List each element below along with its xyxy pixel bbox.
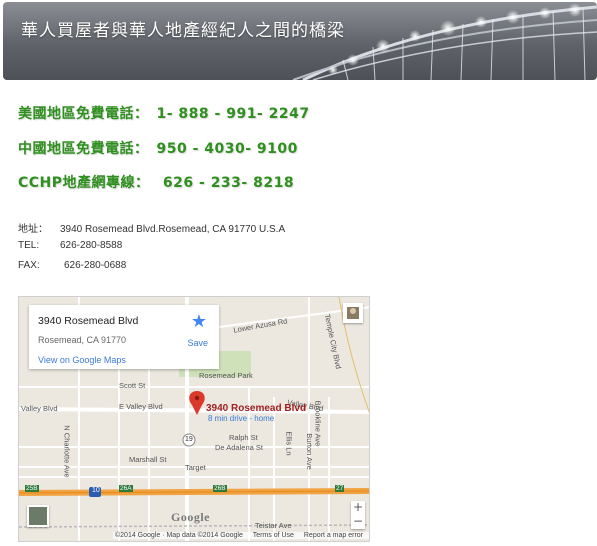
label-brookline: Brookline Ave	[313, 400, 323, 447]
site-slogan: 華人買屋者與華人地產經紀人之間的橋梁	[21, 21, 345, 41]
interstate-10-shield: 10	[92, 487, 100, 494]
tel-label: TEL:	[18, 240, 40, 251]
map-pin-label[interactable]: 3940 Rosemead Blvd 8 min drive - home	[206, 403, 306, 423]
map-footer: ©2014 Google · Map data ©2014 Google Ter…	[113, 532, 369, 539]
pin-subtitle: 8 min drive - home	[208, 414, 275, 423]
exit-26a: 26A	[119, 485, 133, 492]
place-name: 3940 Rosemead Blvd	[38, 315, 139, 327]
star-icon[interactable]: ★	[191, 311, 207, 332]
route-19-shield: 19	[185, 436, 193, 443]
label-de-adalena: De Adalena St	[215, 443, 263, 452]
phone-cchp: CCHP地產網專線： 626 - 233- 8218	[18, 172, 302, 192]
address-label: 地址：	[18, 224, 48, 235]
label-teistar: Teistar Ave	[255, 521, 292, 530]
zoom-control: + −	[351, 501, 365, 529]
exit-27: 27	[335, 485, 345, 492]
fax-value: 626-280-0688	[64, 260, 127, 271]
address-line: 地址： 3940 Rosemead Blvd.Rosemead, CA 91770…	[18, 220, 285, 235]
place-card: 3940 Rosemead Blvd Rosemead, CA 91770 Vi…	[29, 305, 219, 369]
zoom-in-button[interactable]: +	[351, 501, 365, 515]
phone-cchp-number: 626 - 233- 8218	[157, 175, 295, 191]
map-attribution: ©2014 Google · Map data ©2014 Google	[115, 532, 243, 539]
view-on-google-maps-link[interactable]: View on Google Maps	[38, 355, 126, 365]
phone-cchp-label: CCHP地產網專線：	[18, 175, 150, 191]
fax-label: FAX:	[18, 260, 40, 271]
exit-25b: 25B	[25, 485, 39, 492]
phone-china-label: 中國地區免費電話：	[18, 141, 149, 157]
google-map[interactable]: Lower Azusa Rd Temple City Blvd Rosemead…	[18, 296, 370, 542]
header-banner: 華人買屋者與華人地產經紀人之間的橋梁	[3, 2, 597, 80]
save-button[interactable]: Save	[187, 338, 208, 348]
pegman-icon[interactable]	[343, 303, 363, 323]
tel-value: 626-280-8588	[60, 240, 123, 251]
terms-of-use-link[interactable]: Terms of Use	[253, 532, 294, 539]
phone-usa: 美國地區免費電話： 1- 888 - 991- 2247	[18, 103, 318, 123]
label-e-valley-blvd: E Valley Blvd	[119, 402, 163, 411]
phone-usa-label: 美國地區免費電話：	[18, 106, 149, 122]
zoom-out-button[interactable]: −	[351, 515, 365, 529]
report-map-error-link[interactable]: Report a map error	[304, 532, 363, 539]
label-valley-blvd-west: Valley Blvd	[21, 404, 58, 413]
label-marshall-st: Marshall St	[129, 455, 167, 464]
tel-line: TEL: 626-280-8588	[18, 240, 122, 251]
address-value: 3940 Rosemead Blvd.Rosemead, CA 91770 U.…	[60, 224, 286, 235]
pin-title: 3940 Rosemead Blvd	[206, 403, 307, 414]
google-logo: Google	[171, 510, 210, 524]
label-charlotte: N Charlotte Ave	[62, 425, 72, 478]
satellite-toggle[interactable]	[27, 505, 49, 527]
phone-china: 中國地區免費電話： 950 - 4030- 9100	[18, 138, 306, 158]
exit-26b: 26B	[213, 485, 227, 492]
fax-line: FAX: 626-280-0688	[18, 260, 126, 271]
phone-usa-number: 1- 888 - 991- 2247	[156, 106, 310, 122]
label-rosemead-park: Rosemead Park	[199, 371, 253, 380]
phone-china-number: 950 - 4030- 9100	[156, 141, 298, 157]
bridge-illustration	[292, 3, 597, 80]
label-ralph-st: Ralph St	[229, 433, 258, 442]
place-address: Rosemead, CA 91770	[38, 335, 127, 345]
label-target: Target	[185, 463, 206, 472]
label-scott-st: Scott St	[119, 381, 146, 390]
label-ellis: Ellis Ln	[284, 431, 294, 456]
